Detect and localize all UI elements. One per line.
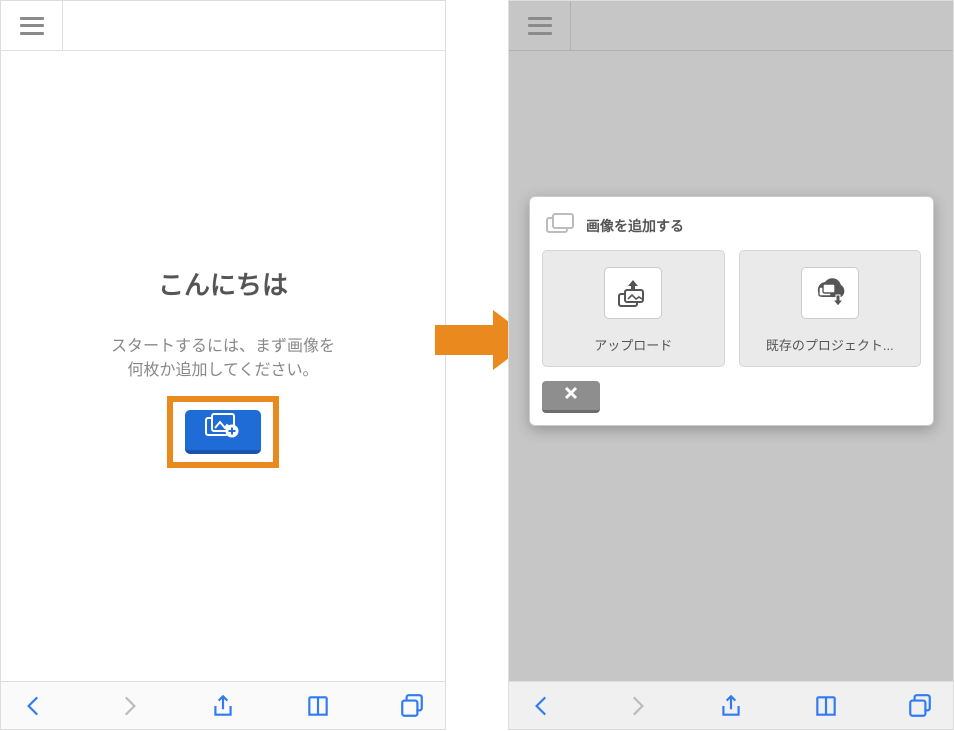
tabs-button[interactable]: [907, 693, 933, 719]
menu-button[interactable]: [509, 1, 571, 50]
bookmarks-button[interactable]: [305, 693, 331, 719]
forward-button[interactable]: [624, 693, 650, 719]
bookmarks-button[interactable]: [813, 693, 839, 719]
dialog-title: 画像を追加する: [586, 216, 684, 236]
option-existing-project[interactable]: 既存のプロジェクト...: [739, 250, 922, 367]
close-button[interactable]: [542, 381, 600, 413]
forward-button[interactable]: [116, 693, 142, 719]
welcome-content: こんにちは スタートするには、まず画像を 何枚か追加してください。: [1, 51, 445, 681]
screen-add-images-dialog: 画像を追加する アップロード: [508, 0, 954, 730]
topbar: [509, 1, 953, 51]
option-existing-label: 既存のプロジェクト...: [766, 335, 894, 354]
tabs-button[interactable]: [399, 693, 425, 719]
back-button[interactable]: [529, 693, 555, 719]
hamburger-icon: [528, 17, 552, 35]
option-upload[interactable]: アップロード: [542, 250, 725, 367]
option-upload-label: アップロード: [594, 335, 672, 354]
browser-toolbar: [509, 681, 953, 729]
close-icon: [563, 385, 579, 406]
hamburger-icon: [20, 17, 44, 35]
images-stack-icon: [546, 213, 576, 238]
greeting-title: こんにちは: [158, 265, 288, 302]
add-images-button[interactable]: [185, 410, 261, 454]
topbar: [1, 1, 445, 51]
dialog-header: 画像を追加する: [542, 209, 921, 250]
share-button[interactable]: [210, 693, 236, 719]
back-button[interactable]: [21, 693, 47, 719]
screen-welcome: こんにちは スタートするには、まず画像を 何枚か追加してください。: [0, 0, 446, 730]
subtitle-line-1: スタートするには、まず画像を: [111, 332, 335, 356]
share-button[interactable]: [718, 693, 744, 719]
dialog-options: アップロード 既存のプロジェクト...: [542, 250, 921, 367]
cloud-download-icon: [801, 267, 859, 319]
add-images-dialog: 画像を追加する アップロード: [529, 196, 934, 426]
add-images-icon: [205, 413, 241, 446]
upload-icon: [604, 267, 662, 319]
highlight-frame: [167, 396, 279, 468]
menu-button[interactable]: [1, 1, 63, 50]
browser-toolbar: [1, 681, 445, 729]
subtitle-line-2: 何枚か追加してください。: [127, 356, 318, 380]
